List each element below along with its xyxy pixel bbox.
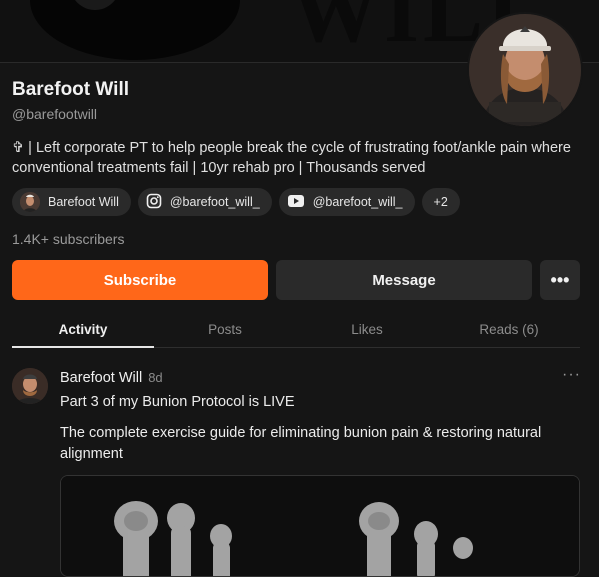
subscriber-count: 1.4K+ subscribers xyxy=(12,231,125,247)
tab-activity[interactable]: Activity xyxy=(12,312,154,348)
profile-bio: ✞ | Left corporate PT to help people bre… xyxy=(12,140,571,176)
subscribe-button[interactable]: Subscribe xyxy=(12,260,268,300)
post-header: Barefoot Will 8d xyxy=(60,370,163,386)
youtube-icon xyxy=(287,194,305,211)
banner-logo-shape xyxy=(30,0,240,60)
link-chip-label: @barefoot_will_ xyxy=(312,195,403,209)
tab-reads[interactable]: Reads (6) xyxy=(438,312,580,347)
avatar xyxy=(20,192,40,212)
post-menu-button[interactable]: ··· xyxy=(562,366,581,384)
post-timestamp: 8d xyxy=(148,370,163,385)
tab-posts[interactable]: Posts xyxy=(154,312,296,347)
link-chip-youtube[interactable]: @barefoot_will_ xyxy=(278,188,415,216)
social-links: Barefoot Will @barefoot_will_ @barefoot_… xyxy=(12,188,460,216)
more-options-button[interactable]: ••• xyxy=(540,260,580,300)
post-author-avatar[interactable] xyxy=(12,368,48,404)
link-chip-label: Barefoot Will xyxy=(48,195,119,209)
tab-likes[interactable]: Likes xyxy=(296,312,438,347)
profile-tabs: Activity Posts Likes Reads (6) xyxy=(12,312,580,348)
link-chip-instagram[interactable]: @barefoot_will_ xyxy=(137,188,272,216)
profile-name: Barefoot Will xyxy=(12,79,129,100)
post-image[interactable] xyxy=(60,475,580,577)
profile-avatar[interactable] xyxy=(467,12,583,128)
post-title[interactable]: Part 3 of my Bunion Protocol is LIVE xyxy=(60,394,295,410)
post-author-name[interactable]: Barefoot Will xyxy=(60,370,142,386)
instagram-icon xyxy=(146,193,162,212)
profile-handle: @barefootwill xyxy=(12,106,98,122)
post-body: The complete exercise guide for eliminat… xyxy=(60,425,542,462)
xray-image xyxy=(61,476,579,576)
link-chip-profile[interactable]: Barefoot Will xyxy=(12,188,131,216)
avatar-photo xyxy=(469,14,581,126)
message-button[interactable]: Message xyxy=(276,260,532,300)
link-chip-more[interactable]: +2 xyxy=(421,188,460,216)
link-chip-label: @barefoot_will_ xyxy=(169,195,260,209)
